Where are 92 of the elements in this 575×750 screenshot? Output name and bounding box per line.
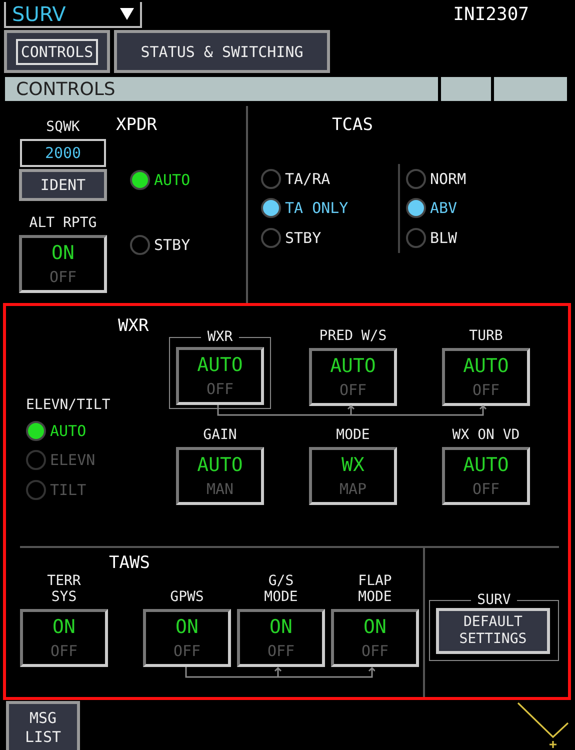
radio-label: ABV xyxy=(430,199,458,218)
radio-option[interactable]: TA ONLY xyxy=(261,194,398,223)
radio-option[interactable]: STBY xyxy=(130,230,190,260)
toggle-option: AUTO xyxy=(463,454,509,476)
radio-button[interactable] xyxy=(406,228,426,248)
radio-option[interactable]: TA/RA xyxy=(261,164,398,194)
toggle-option: AUTO xyxy=(197,354,243,376)
dropdown-caret-icon xyxy=(120,8,134,20)
toggle-switch[interactable]: AUTO OFF xyxy=(309,348,397,406)
toggle-option: AUTO xyxy=(197,454,243,476)
toggle-option: OFF xyxy=(472,381,500,400)
toggle-switch[interactable]: ON OFF xyxy=(143,609,231,668)
toggle-switch[interactable]: AUTO OFF xyxy=(442,447,530,506)
section-title: XPDR xyxy=(116,115,158,135)
toggle-option: OFF xyxy=(472,480,500,498)
toggle-option: OFF xyxy=(50,642,78,660)
title-bar-segment xyxy=(441,77,491,101)
radio-label: STBY xyxy=(154,236,190,254)
tab[interactable]: STATUS & SWITCHING xyxy=(114,30,330,73)
toggle-option: ON xyxy=(270,616,292,638)
toggle-switch[interactable]: ON OFF xyxy=(19,235,107,293)
switch-label: GPWS xyxy=(170,589,204,606)
elevn-tilt-label: ELEVN/TILT xyxy=(26,397,112,413)
toggle-option: OFF xyxy=(173,642,201,660)
section-title: TAWS xyxy=(109,553,151,573)
toggle-option: WX xyxy=(342,454,364,476)
radio-button[interactable] xyxy=(130,170,150,190)
switch-label: MODE xyxy=(336,427,370,444)
toggle-option: MAN xyxy=(206,480,234,498)
toggle-option: OFF xyxy=(361,642,389,660)
toggle-switch[interactable]: AUTO OFF xyxy=(442,348,530,406)
toggle-option: AUTO xyxy=(330,355,376,378)
radio-label: NORM xyxy=(430,170,466,188)
toggle-option: ON xyxy=(364,616,386,638)
squawk-field[interactable]: 2000 xyxy=(20,139,106,167)
radio-option[interactable]: ABV xyxy=(406,194,466,223)
switch-label: FLAP MODE xyxy=(358,573,392,606)
system-dropdown[interactable]: SURV xyxy=(4,2,142,28)
radio-label: BLW xyxy=(430,228,458,247)
toggle-option: OFF xyxy=(339,381,367,400)
flight-id: INI2307 xyxy=(453,4,529,25)
default-settings-button[interactable]: DEFAULT SETTINGS xyxy=(436,608,550,654)
tab[interactable]: CONTROLS xyxy=(4,30,110,73)
switch-label: TERR SYS xyxy=(47,573,81,606)
alt-rptg-label: ALT RPTG xyxy=(29,215,97,231)
toggle-switch[interactable]: ON OFF xyxy=(331,609,419,668)
section-title: TCAS xyxy=(332,115,374,135)
radio-button[interactable] xyxy=(26,420,46,441)
msg-list-button[interactable]: MSG LIST xyxy=(6,701,80,750)
switch-label: PRED W/S xyxy=(319,328,387,344)
radio-button[interactable] xyxy=(261,198,281,218)
switch-label: WXR xyxy=(206,329,234,346)
switch-label: TURB xyxy=(469,328,503,344)
toggle-option: AUTO xyxy=(463,355,509,378)
toggle-option: ON xyxy=(176,616,198,638)
radio-button[interactable] xyxy=(406,168,426,189)
toggle-switch[interactable]: ON OFF xyxy=(237,609,325,668)
radio-label: AUTO xyxy=(50,422,86,440)
toggle-option: OFF xyxy=(49,268,77,286)
switch-label: G/S MODE xyxy=(264,573,298,606)
radio-label: ELEVN xyxy=(50,451,96,470)
radio-option[interactable]: NORM xyxy=(406,164,466,194)
section-title: WXR xyxy=(118,316,150,336)
toggle-option: OFF xyxy=(206,380,234,398)
radio-option[interactable]: AUTO xyxy=(26,416,174,446)
toggle-option: MAP xyxy=(339,480,367,498)
toggle-switch[interactable]: AUTO MAN xyxy=(176,447,264,506)
radio-button[interactable] xyxy=(406,198,426,218)
radio-label: TA ONLY xyxy=(285,199,348,218)
radio-button[interactable] xyxy=(130,235,150,256)
ident-button[interactable]: IDENT xyxy=(19,169,107,201)
radio-option[interactable]: BLW xyxy=(406,223,466,252)
chevron-cursor-icon xyxy=(517,701,569,749)
radio-label: AUTO xyxy=(154,170,190,189)
switch-label: GAIN xyxy=(203,427,237,444)
radio-button[interactable] xyxy=(261,168,281,189)
toggle-switch[interactable]: ON OFF xyxy=(20,609,108,668)
radio-button[interactable] xyxy=(261,228,281,248)
toggle-switch[interactable]: AUTO OFF xyxy=(176,347,264,406)
radio-label: STBY xyxy=(285,228,322,247)
title-bar-text: CONTROLS xyxy=(16,78,116,100)
squawk-label: SQWK xyxy=(46,119,80,135)
group-label: SURV xyxy=(476,592,512,608)
toggle-option: OFF xyxy=(267,642,295,660)
switch-label: WX ON VD xyxy=(452,427,520,444)
radio-label: TILT xyxy=(50,480,86,499)
toggle-switch[interactable]: WX MAP xyxy=(309,447,397,506)
toggle-option: ON xyxy=(52,616,76,638)
toggle-option: ON xyxy=(52,242,74,264)
radio-option[interactable]: STBY xyxy=(261,223,398,252)
radio-option[interactable]: AUTO xyxy=(130,165,190,194)
radio-label: TA/RA xyxy=(285,170,330,188)
